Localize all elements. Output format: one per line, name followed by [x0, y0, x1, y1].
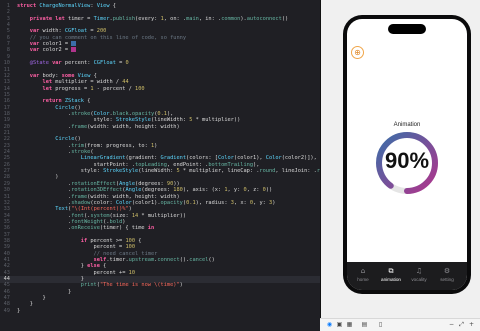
tab-vocality[interactable]: ♫ vocality: [406, 266, 432, 286]
code-editor[interactable]: 1 struct ChargeNormalView: View {2 3 priva…: [0, 0, 320, 331]
live-preview-icon[interactable]: ◉: [325, 320, 334, 329]
gear-icon: ⚙: [443, 267, 451, 275]
device-icon[interactable]: ▯: [376, 320, 385, 329]
tab-home[interactable]: ⌂ home: [350, 266, 376, 286]
variants-icon[interactable]: ▦: [345, 320, 354, 329]
layers-icon: ⧉: [388, 267, 394, 275]
dynamic-island: [388, 24, 426, 34]
home-icon: ⌂: [360, 267, 366, 275]
tab-label: vocality: [411, 277, 427, 282]
code-text[interactable]: }: [17, 308, 20, 315]
code-text[interactable]: @State var percent: CGFloat = 0: [17, 60, 129, 67]
zoom-out-icon[interactable]: −: [447, 320, 456, 329]
tab-label: animation: [381, 277, 401, 282]
tab-label: home: [357, 277, 369, 282]
zoom-fit-icon[interactable]: ⤢: [457, 320, 466, 329]
line-number: 49: [3, 307, 10, 314]
percent-label: 90%: [384, 148, 430, 173]
tab-label: setting: [440, 277, 454, 282]
device-settings-icon[interactable]: ▤: [360, 320, 369, 329]
code-text[interactable]: let progress = 1 - percent / 100: [17, 86, 145, 93]
preview-toolbar: [320, 318, 480, 331]
animation-title: Animation: [393, 122, 421, 128]
pin-icon[interactable]: ⊕: [351, 46, 364, 59]
zoom-in-icon[interactable]: +: [467, 320, 476, 329]
code-text[interactable]: private let timer = Timer.publish(every:…: [17, 16, 288, 23]
tab-setting[interactable]: ⚙ setting: [434, 266, 460, 286]
code-text[interactable]: var color2 =: [17, 47, 77, 54]
code-text[interactable]: struct ChargeNormalView: View {: [17, 3, 116, 10]
code-text[interactable]: style: StrokeStyle(lineWidth: 5 * multip…: [17, 168, 320, 175]
code-text[interactable]: .frame(width: width, height: width): [17, 124, 180, 131]
tab-animation[interactable]: ⧉ animation: [378, 266, 404, 286]
music-icon: ♫: [415, 267, 423, 275]
code-text[interactable]: .onReceive(timer) { time in: [17, 225, 154, 232]
selectable-mode-icon[interactable]: ▣: [335, 320, 344, 329]
